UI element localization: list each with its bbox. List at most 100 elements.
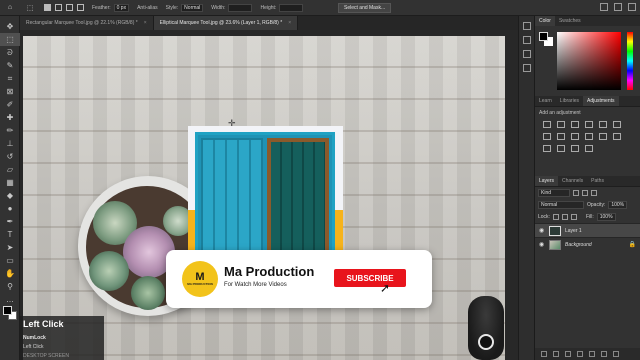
color-picker-field[interactable]	[557, 32, 621, 90]
search-icon[interactable]	[600, 3, 608, 11]
new-selection-icon[interactable]	[44, 4, 51, 11]
gradient-icon[interactable]: ▦	[0, 176, 20, 189]
layer-name[interactable]: Background	[565, 242, 592, 248]
photo-filter-icon[interactable]	[571, 133, 579, 140]
zoom-icon[interactable]: ⚲	[0, 280, 20, 293]
healing-icon[interactable]: ✚	[0, 111, 20, 124]
tab-learn[interactable]: Learn	[535, 96, 556, 106]
workspace-icon[interactable]	[614, 3, 622, 11]
rectangle-icon[interactable]: ▭	[0, 254, 20, 267]
tab-swatches[interactable]: Swatches	[555, 16, 585, 26]
layer-row-layer-1[interactable]: ◉ Layer 1	[535, 223, 640, 237]
link-layers-icon[interactable]	[541, 351, 547, 357]
tab-paths[interactable]: Paths	[587, 176, 608, 186]
invert-icon[interactable]	[613, 133, 621, 140]
curves-icon[interactable]	[571, 121, 579, 128]
close-icon[interactable]: ×	[288, 20, 291, 26]
select-and-mask-button[interactable]: Select and Mask...	[338, 3, 392, 13]
eyedropper-icon[interactable]: ✐	[0, 98, 20, 111]
brightness-icon[interactable]	[543, 121, 551, 128]
new-layer-icon[interactable]	[601, 351, 607, 357]
add-mask-icon[interactable]	[565, 351, 571, 357]
document-canvas[interactable]: ✛	[23, 36, 505, 360]
height-input[interactable]	[279, 3, 304, 12]
delete-layer-icon[interactable]	[613, 351, 619, 357]
subscribe-button[interactable]: SUBSCRIBE	[334, 269, 406, 287]
color-balance-icon[interactable]	[543, 133, 551, 140]
more-icon[interactable]: …	[0, 293, 20, 306]
frame-icon[interactable]: ⊠	[0, 85, 20, 98]
exposure-icon[interactable]	[585, 121, 593, 128]
tab-color[interactable]: Color	[535, 16, 555, 26]
feather-input[interactable]: 0 px	[113, 3, 130, 12]
foreground-color-swatch[interactable]	[3, 306, 12, 315]
visibility-eye-icon[interactable]: ◉	[539, 227, 545, 234]
canvas-area[interactable]: ✛	[20, 30, 518, 360]
hue-slider[interactable]	[627, 32, 633, 90]
layer-row-background[interactable]: ◉ Background 🔒	[535, 237, 640, 251]
intersect-selection-icon[interactable]	[77, 4, 84, 11]
color-lookup-icon[interactable]	[599, 133, 607, 140]
history-icon[interactable]	[522, 22, 531, 30]
subtract-selection-icon[interactable]	[66, 4, 73, 11]
tool-preset-icon[interactable]: ⬚	[20, 0, 40, 16]
color-swatches[interactable]	[3, 306, 17, 320]
black-white-icon[interactable]	[557, 133, 565, 140]
history-brush-icon[interactable]: ↺	[0, 150, 20, 163]
tab-adjustments[interactable]: Adjustments	[582, 96, 619, 106]
move-icon[interactable]: ✥	[0, 20, 20, 33]
levels-icon[interactable]	[557, 121, 565, 128]
filter-pixel-icon[interactable]	[573, 190, 579, 196]
new-adjustment-icon[interactable]	[577, 351, 583, 357]
tab-libraries[interactable]: Libraries	[556, 96, 583, 106]
hue-saturation-icon[interactable]	[613, 121, 621, 128]
channel-mixer-icon[interactable]	[585, 133, 593, 140]
visibility-eye-icon[interactable]: ◉	[539, 241, 545, 248]
new-group-icon[interactable]	[589, 351, 595, 357]
lasso-icon[interactable]: ᘐ	[0, 46, 20, 59]
hand-icon[interactable]: ✋	[0, 267, 20, 280]
marquee-icon[interactable]: ⬚	[0, 33, 20, 46]
filter-kind-select[interactable]: Kind	[538, 189, 570, 197]
dodge-icon[interactable]: ●	[0, 202, 20, 215]
opacity-input[interactable]: 100%	[608, 201, 628, 209]
panel-color-swatches[interactable]	[539, 32, 553, 46]
tab-layers[interactable]: Layers	[535, 176, 559, 186]
crop-icon[interactable]: ⌗	[0, 72, 20, 85]
style-select[interactable]: Normal	[181, 3, 204, 12]
lock-position-icon[interactable]	[561, 214, 568, 220]
antialias-label[interactable]: Anti-alias	[137, 5, 158, 11]
posterize-icon[interactable]	[543, 145, 551, 152]
pen-icon[interactable]: ✒	[0, 215, 20, 228]
paragraph-icon[interactable]	[522, 64, 531, 72]
stamp-icon[interactable]: ⊥	[0, 137, 20, 150]
brush-icon[interactable]: ✏	[0, 124, 20, 137]
filter-type-icon[interactable]	[591, 190, 597, 196]
gradient-map-icon[interactable]	[571, 145, 579, 152]
properties-icon[interactable]	[522, 36, 531, 44]
close-icon[interactable]: ×	[144, 20, 147, 26]
type-icon[interactable]: T	[0, 228, 20, 241]
tab-rectangular-marquee[interactable]: Rectangular Marquee Tool.jpg @ 22.1% (RG…	[20, 16, 154, 30]
brush-settings-icon[interactable]	[522, 50, 531, 58]
layer-style-icon[interactable]	[553, 351, 559, 357]
selective-color-icon[interactable]	[585, 145, 593, 152]
quick-select-icon[interactable]: ✎	[0, 59, 20, 72]
path-select-icon[interactable]: ➤	[0, 241, 20, 254]
layer-name[interactable]: Layer 1	[565, 228, 582, 234]
threshold-icon[interactable]	[557, 145, 565, 152]
tab-channels[interactable]: Channels	[558, 176, 587, 186]
width-input[interactable]	[228, 3, 253, 12]
fill-input[interactable]: 100%	[596, 213, 616, 221]
lock-pixels-icon[interactable]	[552, 214, 559, 220]
filter-adjust-icon[interactable]	[582, 190, 588, 196]
blur-icon[interactable]: ◆	[0, 189, 20, 202]
vibrance-icon[interactable]	[599, 121, 607, 128]
lock-all-icon[interactable]	[570, 214, 577, 220]
share-icon[interactable]	[628, 3, 636, 11]
eraser-icon[interactable]: ▱	[0, 163, 20, 176]
add-selection-icon[interactable]	[55, 4, 62, 11]
blend-mode-select[interactable]: Normal	[538, 201, 584, 209]
tab-elliptical-marquee[interactable]: Elliptical Marquee Tool.jpg @ 23.6% (Lay…	[153, 16, 299, 30]
home-icon[interactable]: ⌂	[0, 0, 20, 16]
